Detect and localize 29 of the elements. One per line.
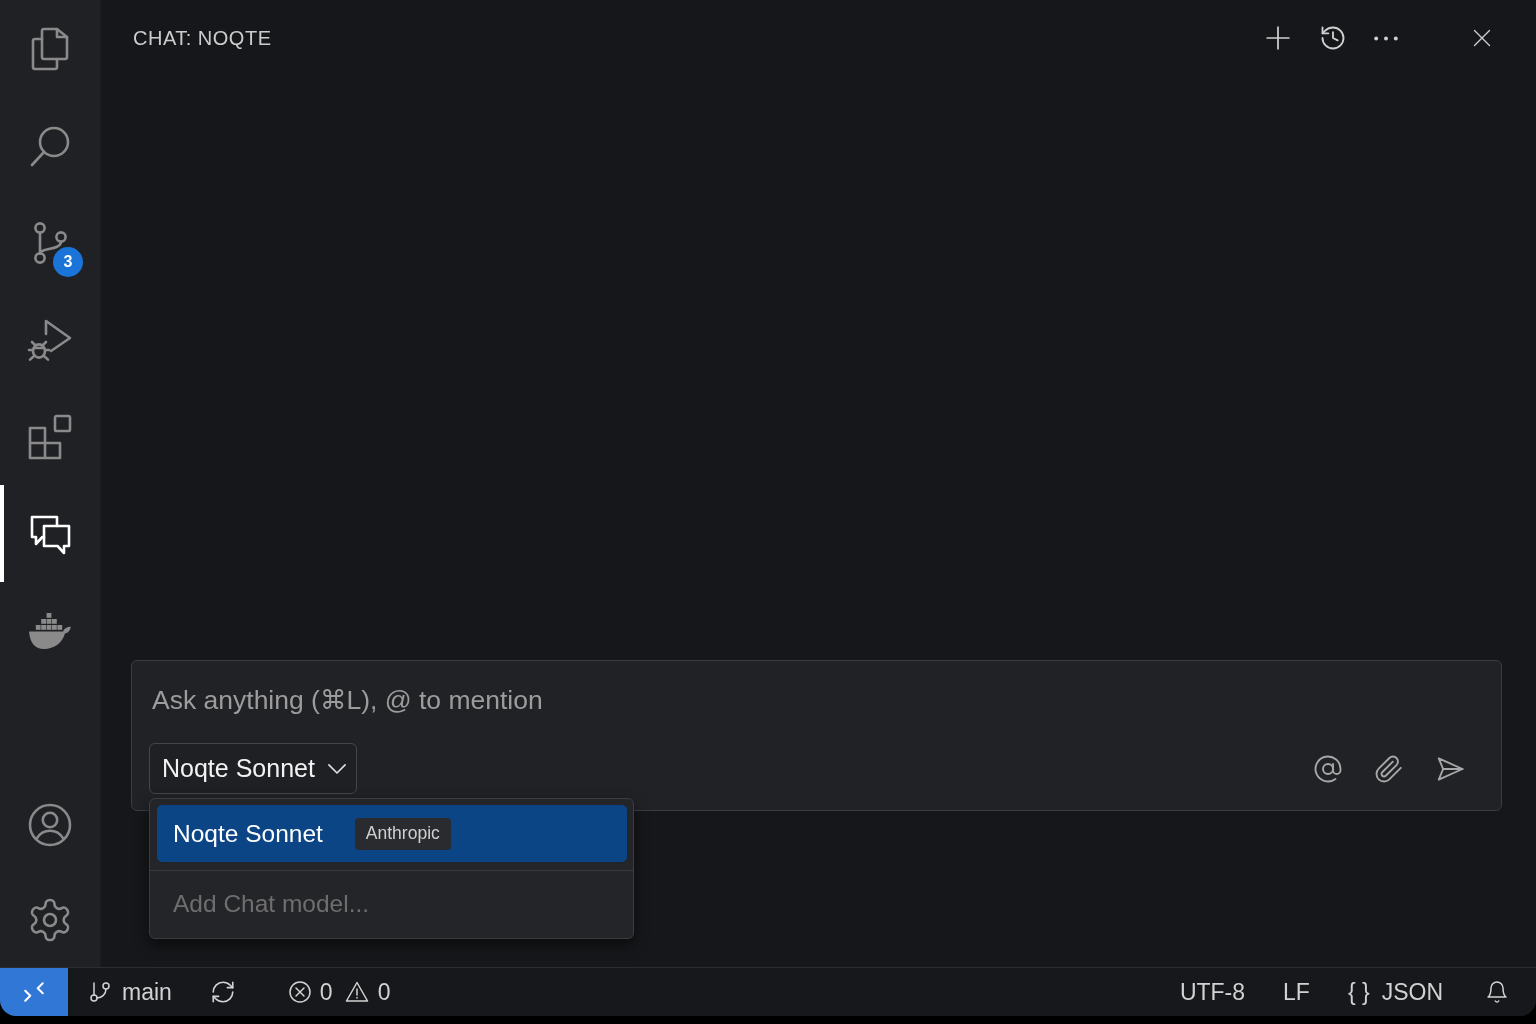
encoding-indicator[interactable]: UTF-8 bbox=[1179, 978, 1246, 1006]
more-icon[interactable] bbox=[1374, 35, 1398, 41]
chevron-down-icon bbox=[327, 763, 346, 774]
activity-bar-item[interactable]: 3 bbox=[0, 194, 100, 291]
line-ending-indicator[interactable]: LF bbox=[1283, 978, 1310, 1006]
language-indicator[interactable]: JSON bbox=[1381, 978, 1443, 1006]
branch-name[interactable]: main bbox=[122, 978, 172, 1006]
history-icon[interactable] bbox=[1319, 24, 1347, 52]
at-sign-icon[interactable] bbox=[1313, 753, 1343, 784]
branch-icon[interactable] bbox=[88, 980, 112, 1004]
braces-icon[interactable]: { } bbox=[1347, 978, 1370, 1006]
chat-input-field[interactable]: Ask anything (⌘L), @ to mention bbox=[152, 678, 1481, 722]
sync-icon[interactable] bbox=[209, 979, 236, 1005]
plus-icon[interactable] bbox=[1265, 25, 1291, 51]
chat-input-box[interactable]: Ask anything (⌘L), @ to mention Noqte Sonnet bbox=[131, 660, 1502, 811]
paperclip-icon[interactable] bbox=[1374, 753, 1404, 784]
close-icon[interactable] bbox=[1472, 28, 1492, 48]
remote-icon bbox=[24, 982, 44, 1002]
extensions-icon bbox=[26, 412, 74, 461]
warning-icon[interactable] bbox=[344, 980, 369, 1004]
count-badge: 3 bbox=[53, 247, 83, 277]
error-count[interactable]: 0 bbox=[319, 978, 333, 1006]
model-menu-item[interactable]: Noqte Sonnet Anthropic bbox=[157, 805, 627, 862]
model-picker[interactable]: Noqte Sonnet bbox=[149, 743, 357, 794]
panel-title: CHAT: NOQTE bbox=[133, 26, 272, 50]
bell-icon[interactable] bbox=[1485, 980, 1509, 1004]
error-icon[interactable] bbox=[287, 980, 312, 1004]
warning-count[interactable]: 0 bbox=[377, 978, 391, 1006]
provider-badge: Anthropic bbox=[354, 817, 451, 850]
